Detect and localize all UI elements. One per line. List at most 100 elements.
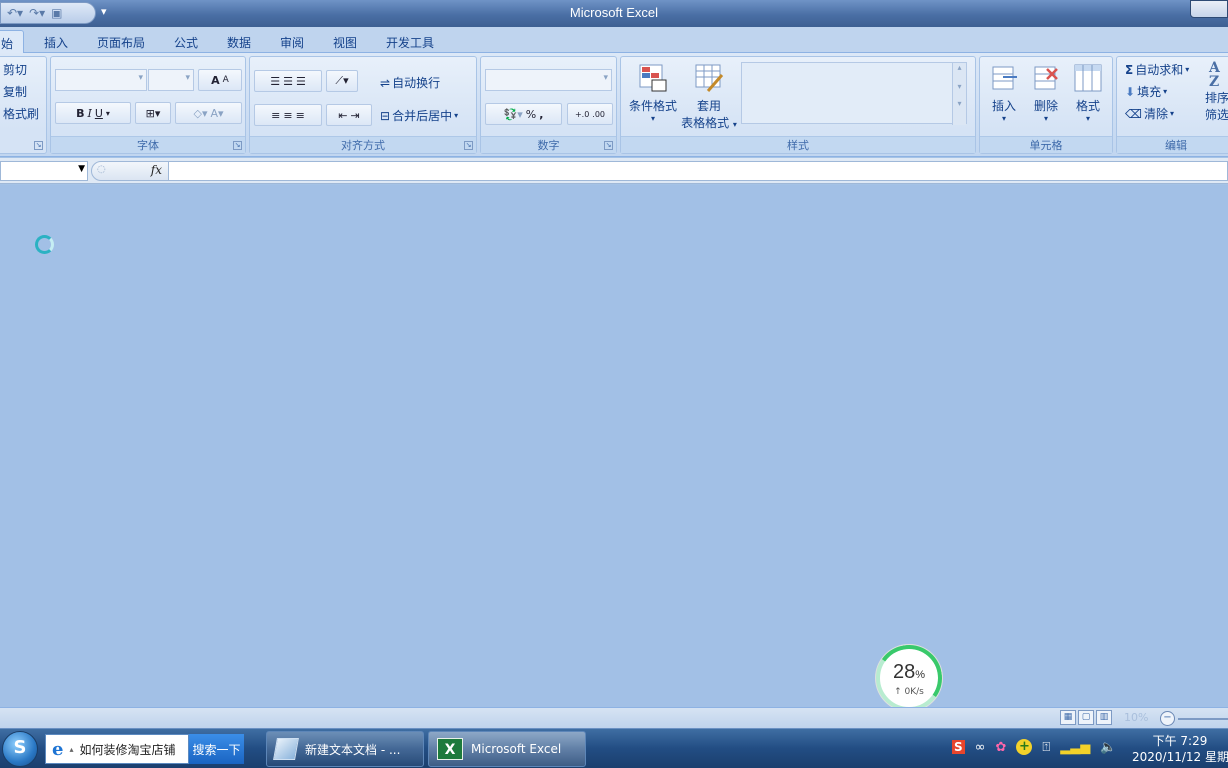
tab-insert[interactable]: 插入 [34,30,78,53]
align-bottom-icon[interactable]: ☰ [296,75,306,88]
tab-view[interactable]: 视图 [323,30,367,53]
alignment-launcher-icon[interactable]: ↘ [464,141,473,150]
underline-button[interactable]: U [95,107,103,120]
page-break-view-icon[interactable]: ▥ [1096,710,1112,725]
workbook-area[interactable] [0,185,1228,707]
clipboard-launcher-icon[interactable]: ↘ [34,141,43,150]
zoom-out-button[interactable]: − [1160,711,1175,726]
align-middle-icon[interactable]: ☰ [283,75,293,88]
formula-bar: ▼ ◌ fx [0,158,1228,184]
wrap-text-button[interactable]: ⇌ 自动换行 [380,74,440,91]
font-size-combo[interactable] [148,69,194,91]
align-top-icon[interactable]: ☰ [270,75,280,88]
minimize-button[interactable] [1190,0,1228,18]
formula-input[interactable] [168,161,1228,181]
copy-button[interactable]: 复制 [3,83,27,100]
clear-button[interactable]: ⌫ 清除 ▾ [1125,105,1174,122]
bold-button[interactable]: B [76,107,84,120]
fill-color-icon[interactable]: ◇▾ [193,107,207,120]
search-text: 如何装修淘宝店铺 [79,742,176,757]
name-box-dropdown-icon[interactable]: ▼ [78,164,85,174]
cells-group: 插入 ▾ 删除 ▾ 格式 ▾ 单元格 [979,56,1113,154]
underline-dropdown-icon[interactable]: ▾ [106,109,110,118]
sogou-ime-icon[interactable]: S [952,740,965,754]
name-box[interactable]: ▼ [0,161,88,181]
search-dropdown-icon[interactable]: ▴ [69,745,73,754]
start-button[interactable]: S [2,731,38,767]
format-painter-button[interactable]: 格式刷 [3,105,39,122]
gallery-down-icon[interactable]: ▾ [953,82,966,91]
network-icon[interactable]: ▂▃▅ [1060,740,1090,755]
decrease-decimal-button[interactable]: .00 [592,110,605,119]
zoom-slider[interactable] [1178,718,1228,720]
tab-formulas[interactable]: 公式 [164,30,208,53]
tab-review[interactable]: 审阅 [270,30,314,53]
insert-function-button[interactable]: fx [151,163,162,177]
autosum-dropdown-icon[interactable]: ▾ [1185,65,1189,74]
font-grow-shrink[interactable]: A A [198,69,242,91]
task-notepad[interactable]: 新建文本文档 - ... [266,731,424,767]
decrease-indent-icon[interactable]: ⇤ [338,109,347,122]
format-cells-button[interactable]: 格式 ▾ [1068,63,1108,123]
gallery-up-icon[interactable]: ▴ [953,63,966,72]
task-excel[interactable]: X Microsoft Excel [428,731,586,767]
format-as-table-icon [694,63,724,93]
conditional-format-button[interactable]: 条件格式 ▾ [625,63,681,123]
insert-cells-button[interactable]: 插入 ▾ [984,63,1024,123]
tab-home[interactable]: 始 [0,30,25,53]
font-launcher-icon[interactable]: ↘ [233,141,242,150]
merge-dropdown-icon[interactable]: ▾ [454,111,458,120]
search-button[interactable]: 搜索一下 [189,734,244,764]
usb-icon[interactable]: ⍐ [1042,740,1050,755]
clock[interactable]: 下午 7:29 2020/11/12 星期 [1132,733,1228,765]
zoom-level[interactable]: 10% [1124,711,1148,724]
network-speed-widget[interactable]: 28% ↑ 0K/s [870,639,948,717]
italic-button[interactable]: I [87,107,91,120]
orientation-button[interactable]: ⟋▾ [326,70,358,92]
link-icon[interactable]: ∞ [975,740,986,755]
fill-dropdown-icon[interactable]: ▾ [1163,87,1167,96]
increase-indent-icon[interactable]: ⇥ [351,109,360,122]
percent-button[interactable]: % [526,108,536,121]
status-bar: ▦ ▢ ▥ 10% − [0,707,1228,728]
grow-font-button[interactable]: A [211,74,220,87]
comma-button[interactable]: , [539,108,543,121]
gallery-more-icon[interactable]: ▾ [953,99,966,108]
merge-center-button[interactable]: ⊟ 合并后居中 ▾ [380,107,458,124]
expand-formula-icon[interactable]: ◌ [97,164,106,175]
shrink-font-button[interactable]: A [223,75,229,85]
align-right-icon[interactable]: ≡ [296,109,305,122]
page-layout-view-icon[interactable]: ▢ [1078,710,1094,725]
taskbar-search-box[interactable]: e ▴ 如何装修淘宝店铺 [45,734,189,764]
format-as-table-button[interactable]: 套用 表格格式 ▾ [679,63,739,131]
insert-cells-dropdown-icon: ▾ [1001,114,1006,123]
tab-page-layout[interactable]: 页面布局 [87,30,155,53]
increase-decimal-button[interactable]: +.0 [575,110,589,119]
align-left-icon[interactable]: ≡ [271,109,280,122]
normal-view-icon[interactable]: ▦ [1060,710,1076,725]
clear-dropdown-icon[interactable]: ▾ [1170,109,1174,118]
currency-icon[interactable]: 💱▾ [504,108,523,121]
number-format-combo[interactable] [485,69,612,91]
cut-button[interactable]: 剪切 [3,61,27,78]
fill-button[interactable]: ⬇ 填充 ▾ [1125,83,1167,100]
delete-cells-button[interactable]: 删除 ▾ [1026,63,1066,123]
styles-group: 条件格式 ▾ 套用 表格格式 ▾ ▴ ▾ ▾ 样式 [620,56,976,154]
title-bar: ↶▾ ↷▾ ▣ ▾ Microsoft Excel [0,0,1228,27]
font-name-combo[interactable] [55,69,147,91]
sort-filter-button[interactable]: AZ 排序 筛选 [1203,61,1228,123]
volume-icon[interactable]: 🔈 [1100,740,1116,755]
cell-styles-gallery[interactable]: ▴ ▾ ▾ [741,62,967,125]
wrap-text-icon: ⇌ [380,75,391,90]
clock-date: 2020/11/12 星期 [1132,750,1228,764]
autosum-button[interactable]: Σ 自动求和 ▾ [1125,61,1189,78]
number-launcher-icon[interactable]: ↘ [604,141,613,150]
align-center-icon[interactable]: ≡ [283,109,292,122]
tab-developer[interactable]: 开发工具 [376,30,444,53]
add-icon[interactable]: + [1016,739,1033,755]
gallery-scrollbar[interactable]: ▴ ▾ ▾ [952,63,966,125]
border-button[interactable]: ⊞▾ [135,102,171,124]
tab-data[interactable]: 数据 [217,30,261,53]
font-color-icon[interactable]: A▾ [210,107,223,120]
flower-icon[interactable]: ✿ [996,740,1007,755]
